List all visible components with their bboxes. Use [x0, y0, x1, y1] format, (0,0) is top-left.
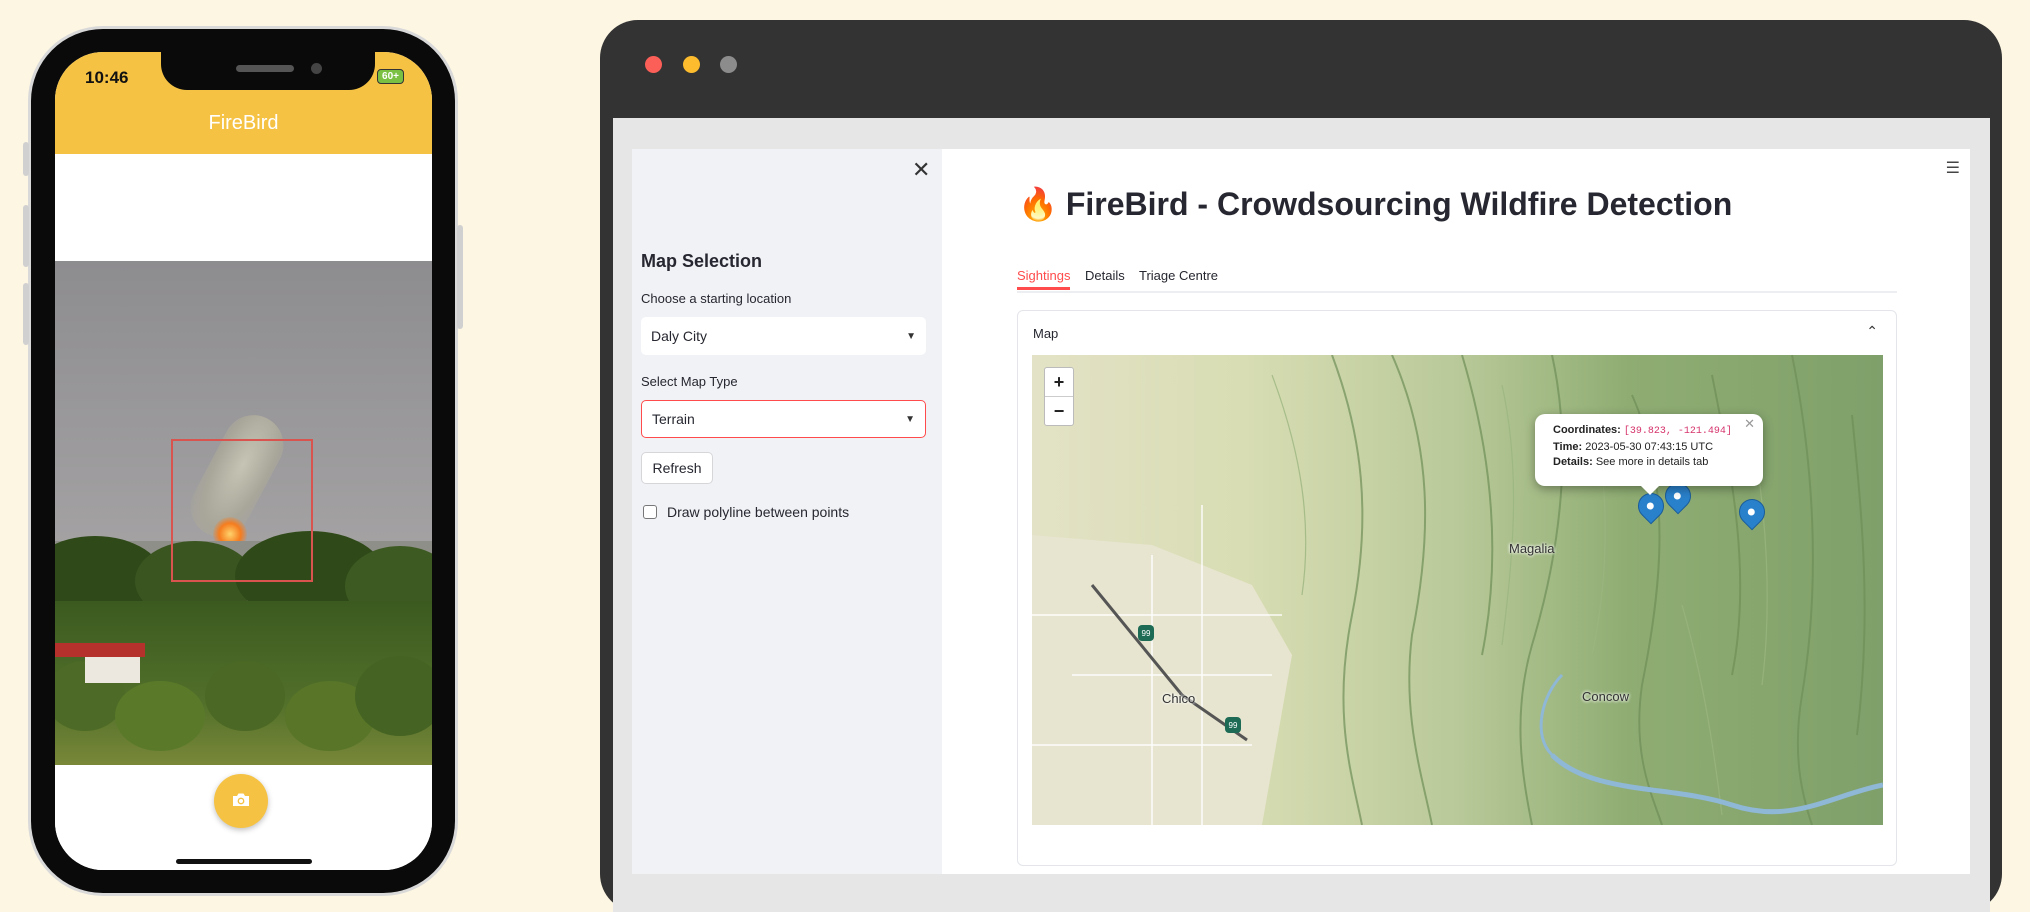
volume-up-button: [23, 205, 29, 267]
map-type-select[interactable]: Terrain ▼: [641, 400, 926, 438]
terrain-map[interactable]: + − Magalia Chico Concow 99 99 ✕ Coordin…: [1032, 355, 1883, 825]
highway-shield: 99: [1225, 717, 1241, 733]
volume-down-button: [23, 283, 29, 345]
location-select-value: Daly City: [651, 328, 708, 344]
window-zoom-dot[interactable]: [720, 56, 737, 73]
chevron-down-icon: ▼: [906, 330, 916, 342]
popup-details-label: Details:: [1553, 456, 1593, 468]
polyline-checkbox-label: Draw polyline between points: [667, 504, 850, 520]
battery-icon: 60+: [377, 69, 404, 84]
expander-label[interactable]: Map: [1033, 326, 1058, 341]
popup-coords-value: [39.823, -121.494]: [1623, 426, 1732, 437]
place-label-chico: Chico: [1162, 691, 1196, 706]
zoom-out-button[interactable]: −: [1045, 396, 1073, 425]
marker-popup: ✕ Coordinates: [39.823, -121.494] Time: …: [1535, 414, 1763, 495]
streamlit-app: ✕ Map Selection Choose a starting locati…: [632, 149, 1970, 874]
window-minimize-dot[interactable]: [683, 56, 700, 73]
location-select[interactable]: Daly City ▼: [641, 317, 926, 355]
phone-frame: 10:46 60+ FireBird: [23, 29, 463, 893]
popup-close-icon[interactable]: ✕: [1744, 416, 1755, 432]
polyline-checkbox[interactable]: [643, 505, 657, 519]
place-label-concow: Concow: [1582, 689, 1629, 704]
map-expander: Map ⌃ + − Magalia Chico Concow 99 99 ✕ C…: [1017, 310, 1897, 866]
camera-icon: [231, 788, 251, 814]
popup-time-value: 2023-05-30 07:43:15 UTC: [1585, 440, 1714, 453]
power-button: [457, 225, 463, 329]
home-indicator[interactable]: [176, 859, 312, 864]
phone-notch: [161, 52, 375, 90]
window-close-dot[interactable]: [645, 56, 662, 73]
zoom-in-button[interactable]: +: [1045, 368, 1073, 396]
tab-details[interactable]: Details: [1085, 268, 1125, 283]
active-tab-indicator: [1017, 287, 1070, 290]
menu-icon[interactable]: ☰: [1946, 158, 1960, 178]
tab-sightings[interactable]: Sightings: [1017, 268, 1070, 283]
chevron-down-icon: ▼: [905, 413, 915, 425]
sidebar: ✕ Map Selection Choose a starting locati…: [632, 149, 942, 874]
sidebar-heading: Map Selection: [641, 251, 763, 271]
detection-bounding-box: [171, 439, 313, 582]
map-type-select-value: Terrain: [652, 411, 695, 427]
popup-coords-label: Coordinates:: [1553, 424, 1621, 436]
status-time: 10:46: [85, 68, 129, 87]
phone-screen: 10:46 60+ FireBird: [55, 52, 432, 870]
chevron-up-icon[interactable]: ⌃: [1866, 323, 1878, 340]
laptop-screen: ✕ Map Selection Choose a starting locati…: [613, 118, 1990, 912]
tab-bar: Sightings Details Triage Centre: [1017, 265, 1897, 293]
laptop-frame: ✕ Map Selection Choose a starting locati…: [600, 20, 2002, 912]
polyline-checkbox-row[interactable]: Draw polyline between points: [643, 504, 849, 520]
map-type-label: Select Map Type: [641, 374, 738, 389]
popup-time-label: Time:: [1553, 440, 1583, 453]
phone-footer: [55, 765, 432, 870]
phone-app-title: FireBird: [208, 112, 279, 134]
tab-triage-centre[interactable]: Triage Centre: [1139, 268, 1218, 283]
mute-switch: [23, 142, 29, 176]
page-title: 🔥 FireBird - Crowdsourcing Wildfire Dete…: [1018, 185, 1732, 223]
sidebar-close-icon[interactable]: ✕: [912, 157, 930, 183]
place-label-magalia: Magalia: [1509, 541, 1555, 556]
popup-details-value: See more in details tab: [1595, 456, 1709, 468]
house: [55, 643, 145, 683]
page-title-text: FireBird - Crowdsourcing Wildfire Detect…: [1065, 185, 1733, 222]
location-label: Choose a starting location: [641, 291, 792, 306]
zoom-control: + −: [1044, 367, 1074, 426]
wildfire-photo: [55, 261, 432, 765]
highway-shield: 99: [1138, 625, 1154, 641]
camera-button[interactable]: [214, 774, 268, 828]
fire-icon: 🔥: [1018, 186, 1058, 222]
refresh-button[interactable]: Refresh: [641, 452, 713, 484]
